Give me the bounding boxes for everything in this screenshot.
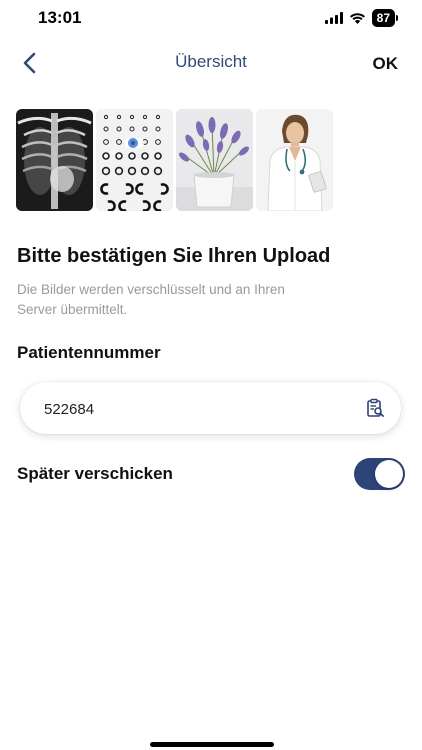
cellular-signal-icon: [324, 12, 343, 24]
patient-number-label: Patientennummer: [17, 343, 161, 362]
status-time: 13:01: [38, 8, 82, 27]
upload-description: Die Bilder werden verschlüsselt und an I…: [17, 282, 285, 317]
thumbnail-xray[interactable]: [16, 109, 93, 211]
eye-chart-image: [96, 109, 173, 211]
status-bar: 13:01 87: [0, 0, 422, 36]
navigation-bar: Übersicht OK: [0, 44, 422, 84]
image-thumbnails: [16, 109, 333, 211]
page-title: Übersicht: [175, 52, 247, 71]
lavender-plant-image: [176, 109, 253, 211]
send-later-label: Später verschicken: [17, 464, 173, 483]
patient-number-field: [20, 382, 401, 436]
toggle-knob: [375, 460, 403, 488]
home-indicator[interactable]: [150, 742, 274, 747]
send-later-toggle[interactable]: [354, 458, 405, 490]
doctor-photo-image: [256, 109, 333, 211]
battery-tip: [396, 15, 398, 21]
patient-number-input[interactable]: [42, 382, 346, 436]
xray-image: [16, 109, 93, 211]
thumbnail-lavender[interactable]: [176, 109, 253, 211]
thumbnail-eye-chart[interactable]: [96, 109, 173, 211]
ok-button[interactable]: OK: [373, 54, 399, 74]
upload-confirmation-title: Bitte bestätigen Sie Ihren Upload: [17, 245, 331, 267]
battery-indicator: 87: [371, 9, 395, 27]
status-icons: 87: [324, 9, 398, 27]
wifi-icon: [349, 13, 365, 24]
clipboard-search-icon[interactable]: [365, 398, 385, 418]
thumbnail-doctor[interactable]: [256, 109, 333, 211]
